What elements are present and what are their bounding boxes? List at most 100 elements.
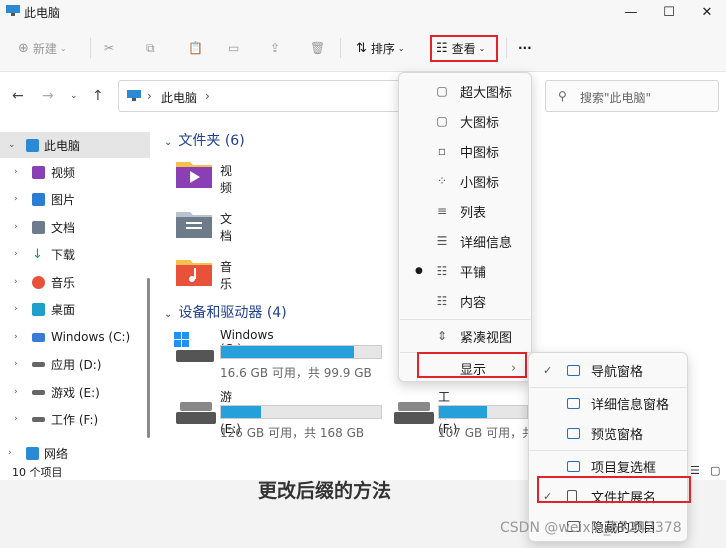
drive-usage-bar (220, 405, 382, 419)
drive-space: 16.6 GB 可用，共 99.9 GB (220, 366, 372, 380)
details-icon: ☰ (436, 234, 448, 248)
compact-icon: ⇕ (436, 329, 448, 343)
drive-usage-bar (438, 405, 528, 419)
selected-dot-icon: ● (415, 266, 423, 276)
sidebar-item-drive-c[interactable]: › Windows (C:) (0, 324, 150, 350)
sidebar-item-documents[interactable]: › 文档 (0, 214, 150, 240)
video-folder-icon (176, 162, 212, 188)
paste-icon[interactable]: 📋 (188, 36, 203, 60)
sidebar-item-network[interactable]: › 网络 (0, 440, 150, 466)
menu-item-large-icons[interactable]: ▢ 大图标 (399, 106, 533, 136)
status-item-count: 10 个项目 (12, 466, 63, 479)
menu-item-list[interactable]: ≡ 列表 (399, 196, 533, 226)
tiles-view-icon[interactable]: ▢ (710, 464, 720, 477)
details-view-icon[interactable]: ☰ (690, 464, 700, 477)
menu-item-details[interactable]: ☰ 详细信息 (399, 226, 533, 256)
menu-item-extra-large-icons[interactable]: ▢ 超大图标 (399, 76, 533, 106)
show-highlight (417, 352, 527, 378)
copy-icon[interactable]: ⧉ (146, 36, 155, 60)
download-icon: ↓ (32, 247, 45, 261)
drive-icon (32, 389, 45, 395)
sort-button[interactable]: ⇅ 排序 ⌄ (356, 36, 405, 60)
command-bar: ⊕ 新建 ⌄ ✂ ⧉ 📋 ▭ ⇪ 🗑 ⇅ 排序 ⌄ ☷ 查看 ⌄ ··· (0, 24, 726, 72)
pane-icon (567, 397, 580, 409)
navigation-pane: ⌄ 此电脑 › 视频 › 图片 › 文档 › ↓ 下载 › 音乐 › 桌面 › Windows (… (0, 126, 150, 480)
delete-icon[interactable]: 🗑 (310, 36, 325, 60)
computer-icon (26, 138, 39, 152)
search-icon: ⚲ (558, 89, 567, 103)
menu-item-tiles[interactable]: ● ☷ 平铺 (399, 256, 533, 286)
drive-space: 126 GB 可用，共 168 GB (220, 426, 365, 440)
drive-icon (32, 361, 45, 367)
scrollbar[interactable] (147, 278, 150, 438)
breadcrumb-separator: › (147, 89, 152, 103)
watermark: CSDN @weixin_57242378 (500, 520, 682, 536)
desktop-icon (32, 302, 45, 316)
sidebar-item-drive-d[interactable]: › 应用 (D:) (0, 351, 150, 377)
up-button[interactable]: ↑ (92, 88, 104, 104)
rename-icon[interactable]: ▭ (228, 36, 239, 60)
sidebar-item-downloads[interactable]: › ↓ 下载 (0, 241, 150, 267)
maximize-button[interactable]: ☐ (654, 2, 684, 22)
document-icon (32, 220, 45, 234)
recent-dropdown[interactable]: ⌄ (70, 91, 78, 101)
picture-icon (32, 192, 45, 206)
more-button[interactable]: ··· (518, 36, 532, 60)
monitor-icon: ▢ (436, 84, 448, 98)
sidebar-item-desktop[interactable]: › 桌面 (0, 296, 150, 322)
menu-item-medium-icons[interactable]: ▫ 中图标 (399, 136, 533, 166)
pane-icon (567, 427, 580, 439)
tiles-icon: ☷ (436, 264, 448, 278)
share-icon[interactable]: ⇪ (270, 36, 280, 60)
content-icon: ☷ (436, 294, 448, 308)
sidebar-item-drive-e[interactable]: › 游戏 (E:) (0, 379, 150, 405)
drive-icon (394, 402, 434, 424)
sidebar-item-videos[interactable]: › 视频 (0, 159, 150, 185)
address-bar[interactable]: › 此电脑 › (118, 80, 402, 112)
sidebar-item-this-pc[interactable]: ⌄ 此电脑 (0, 132, 150, 158)
submenu-item-details-pane[interactable]: 详细信息窗格 (529, 388, 689, 418)
sidebar-item-pictures[interactable]: › 图片 (0, 186, 150, 212)
view-highlight (430, 35, 498, 62)
drive-space: 107 GB 可用，共 (438, 426, 535, 440)
title-bar: 此电脑 — ☐ ✕ (0, 0, 726, 24)
monitor-icon: ▢ (436, 114, 448, 128)
grid-icon: ⁘ (436, 174, 448, 188)
checkbox-icon (567, 460, 580, 472)
submenu-item-preview-pane[interactable]: 预览窗格 (529, 418, 689, 448)
submenu-item-navigation-pane[interactable]: ✓ 导航窗格 (529, 355, 689, 385)
plus-icon: ⊕ (18, 40, 29, 56)
view-menu: ▢ 超大图标 ▢ 大图标 ▫ 中图标 ⁘ 小图标 ≡ 列表 ☰ 详细信息 ● ☷ 平铺 ☷ 内容 … (398, 72, 532, 382)
forward-button[interactable]: → (42, 88, 54, 104)
music-icon (32, 275, 45, 289)
computer-icon (6, 5, 20, 16)
extensions-highlight (537, 476, 691, 503)
sidebar-item-music[interactable]: › 音乐 (0, 269, 150, 295)
drive-icon (32, 416, 45, 422)
drive-icon (176, 402, 216, 424)
folder-name[interactable]: 文档 (220, 210, 232, 244)
folder-name[interactable]: 音乐 (220, 258, 232, 292)
document-folder-icon (176, 212, 212, 238)
video-icon (32, 165, 45, 179)
menu-item-small-icons[interactable]: ⁘ 小图标 (399, 166, 533, 196)
drives-header[interactable]: ⌄ 设备和驱动器 (4) (164, 302, 287, 322)
background-heading: 更改后缀的方法 (258, 480, 392, 502)
close-button[interactable]: ✕ (692, 2, 722, 22)
folder-name[interactable]: 视频 (220, 162, 232, 196)
search-input[interactable]: ⚲ 搜索"此电脑" (545, 80, 719, 112)
minimize-button[interactable]: — (616, 2, 646, 22)
menu-item-content[interactable]: ☷ 内容 (399, 286, 533, 316)
sidebar-item-drive-f[interactable]: › 工作 (F:) (0, 406, 150, 432)
new-button[interactable]: ⊕ 新建 ⌄ (18, 36, 67, 60)
window-title: 此电脑 (24, 6, 61, 20)
computer-icon (127, 90, 141, 101)
folders-header[interactable]: ⌄ 文件夹 (6) (164, 130, 245, 150)
breadcrumb[interactable]: 此电脑 (161, 89, 197, 106)
menu-item-compact-view[interactable]: ⇕ 紧凑视图 (399, 321, 533, 351)
network-icon (26, 446, 39, 460)
show-submenu: ✓ 导航窗格 详细信息窗格 预览窗格 项目复选框 ✓ 文件扩展名 隐藏的项目 (528, 352, 688, 542)
back-button[interactable]: ← (12, 88, 24, 104)
cut-icon[interactable]: ✂ (104, 36, 114, 60)
breadcrumb-separator: › (205, 89, 210, 103)
